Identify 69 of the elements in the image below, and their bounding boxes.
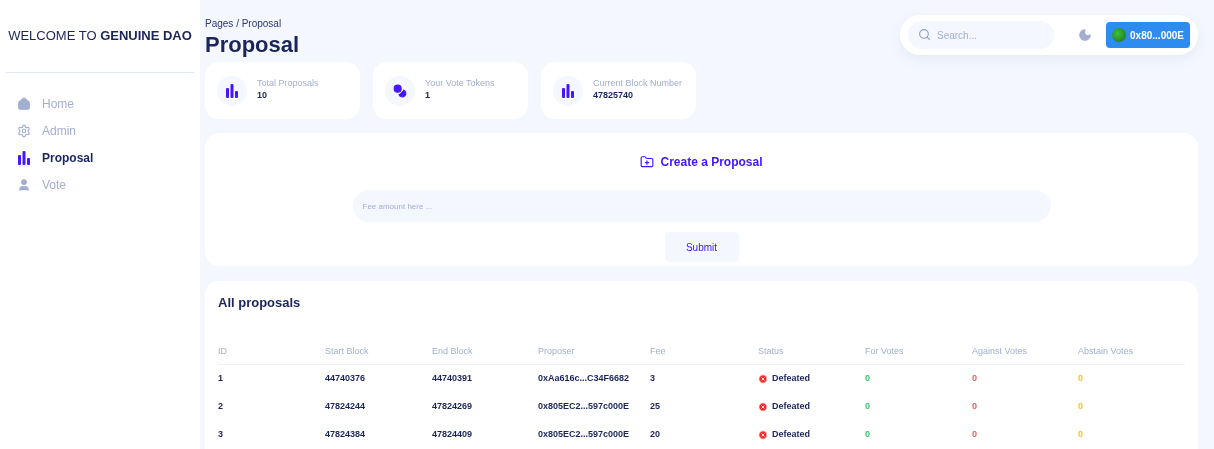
moon-icon[interactable] <box>1078 28 1092 42</box>
status-text: Defeated <box>772 428 810 442</box>
fee-input[interactable]: Fee amount here ... <box>352 190 1051 223</box>
table-cell-text: 20 <box>650 428 661 442</box>
stat-value: 10 <box>257 89 268 102</box>
column-header: Start Block <box>325 344 370 358</box>
user-icon <box>17 177 31 192</box>
column-header: Proposer <box>538 344 576 358</box>
column-header: For Votes <box>865 344 905 358</box>
home-icon <box>17 96 31 111</box>
table-cell-text: 47824409 <box>432 428 474 442</box>
stat-label: Your Vote Tokens <box>425 77 495 90</box>
search-field[interactable]: Search... <box>908 21 1054 49</box>
table-cell-text: 0x805EC2...597c000E <box>538 428 631 442</box>
column-header: Status <box>758 344 785 358</box>
table-cell-text: 47824384 <box>325 428 367 442</box>
wallet-button[interactable]: 0x80...000E <box>1106 22 1190 48</box>
table-cell-text: 0 <box>1078 400 1084 414</box>
error-icon <box>758 402 768 412</box>
bar-chart-icon <box>561 83 575 98</box>
folder-plus-icon <box>640 155 655 170</box>
coins-icon <box>393 83 407 98</box>
table-cell-text: 0 <box>972 428 978 442</box>
bar-chart-icon <box>17 150 31 165</box>
column-header: End Block <box>432 344 474 358</box>
wallet-avatar-icon <box>1112 28 1127 42</box>
column-header: ID <box>218 344 228 358</box>
table-cell-text: 3 <box>218 428 224 442</box>
column-header: Fee <box>650 344 667 358</box>
table-cell-text: 0 <box>972 400 978 414</box>
table-cell-text: 47824269 <box>432 400 474 414</box>
table-cell-text: 1 <box>218 372 224 386</box>
error-icon <box>758 430 768 440</box>
page-title: Proposal <box>205 31 300 59</box>
table-cell-text: 47824244 <box>325 400 367 414</box>
table-title: All proposals <box>218 294 302 312</box>
table-cell-text: 2 <box>218 400 224 414</box>
table-cell-text: 0 <box>972 372 978 386</box>
create-title: Create a Proposal <box>660 154 763 172</box>
stat-label: Total Proposals <box>257 77 319 90</box>
nav-item[interactable]: Admin <box>17 122 200 139</box>
nav-item[interactable]: Proposal <box>17 149 200 166</box>
table-cell-text: 0 <box>865 428 871 442</box>
column-header: Abstain Votes <box>1078 344 1135 358</box>
table-cell-text: 0 <box>1078 428 1084 442</box>
stat-label: Current Block Number <box>593 77 683 90</box>
table-cell-text: 25 <box>650 400 661 414</box>
table-cell-text: 0 <box>865 372 871 386</box>
brand-title: WELCOME TO GENUINE DAO <box>8 27 192 46</box>
bar-chart-icon <box>225 83 239 98</box>
stat-value: 1 <box>425 89 431 102</box>
status-text: Defeated <box>772 372 810 386</box>
table-cell-text: 44740391 <box>432 372 474 386</box>
settings-icon <box>17 123 31 138</box>
table-cell-text: 44740376 <box>325 372 367 386</box>
table-cell-text: 0 <box>865 400 871 414</box>
error-icon <box>758 374 768 384</box>
submit-button[interactable]: Submit <box>664 232 739 263</box>
table-cell-text: 0xAa616c...C34F6682 <box>538 372 631 386</box>
nav-item[interactable]: Home <box>17 95 200 112</box>
table-cell-text: 0x805EC2...597c000E <box>538 400 631 414</box>
breadcrumb: Pages / Proposal <box>205 17 283 31</box>
status-text: Defeated <box>772 400 810 414</box>
column-header: Against Votes <box>972 344 1029 358</box>
table-cell-text: 3 <box>650 372 656 386</box>
search-icon <box>918 28 931 41</box>
stat-value: 47825740 <box>593 89 635 102</box>
table-cell-text: 0 <box>1078 372 1084 386</box>
nav-item[interactable]: Vote <box>17 176 200 193</box>
